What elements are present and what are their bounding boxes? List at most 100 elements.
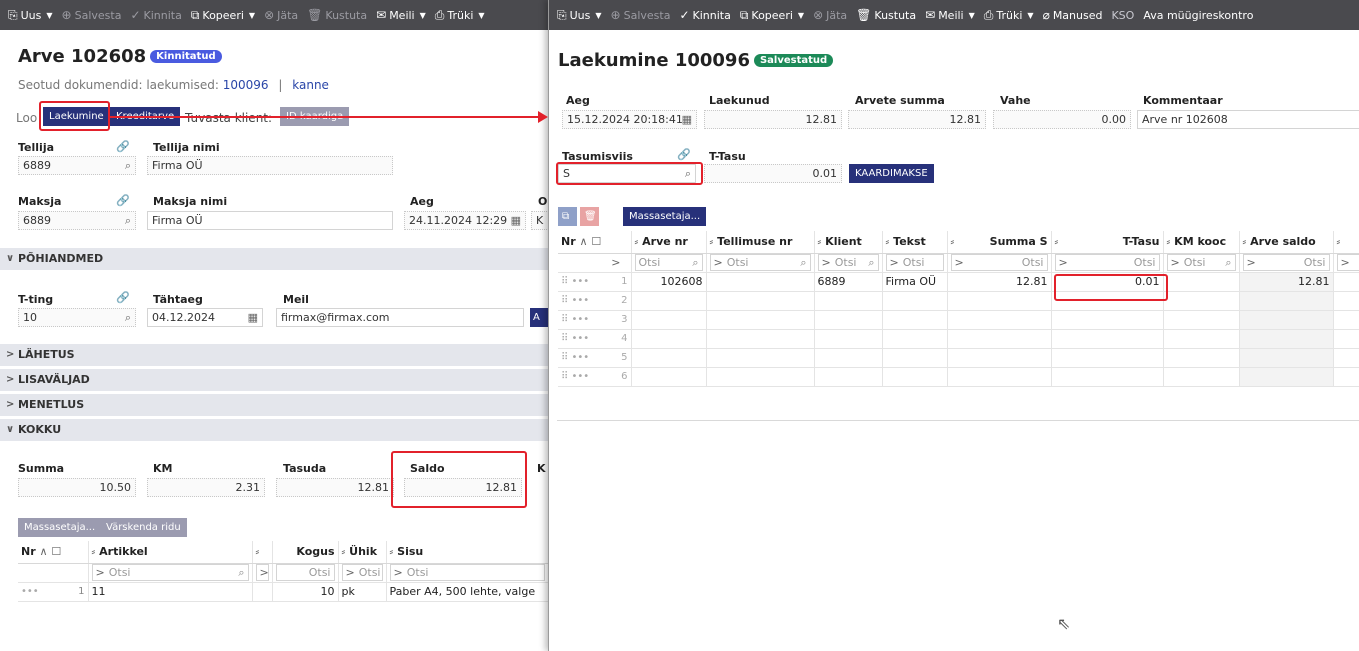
calendar-icon[interactable]: ▦ (248, 309, 258, 326)
col-content[interactable]: ⸗ Sisu (386, 541, 548, 564)
filter-fee[interactable]: > Otsi (1054, 254, 1160, 271)
filter-quantity[interactable]: Otsi (275, 564, 335, 581)
copy-button[interactable]: ⧉ Kopeeri ▼ (740, 8, 804, 23)
col-sum[interactable]: ⸗ Summa S (947, 231, 1052, 254)
col-wrench[interactable]: ⸗ (252, 541, 273, 564)
filter-text[interactable]: > Otsi (885, 254, 944, 271)
new-button[interactable]: ⎘ Uus ▼ (8, 8, 53, 23)
calendar-icon[interactable]: ▦ (511, 212, 521, 229)
cancel-button[interactable]: ⊗ Jäta (813, 8, 847, 22)
date-field[interactable]: 24.11.2024 12:29 ▦ (404, 211, 526, 230)
mass-entry-button[interactable]: Massasetaja... (623, 207, 707, 226)
time-field[interactable]: 15.12.2024 20:18:41 ▦ (562, 110, 697, 129)
refresh-rows-button[interactable]: Värskenda ridu (100, 518, 187, 537)
link-icon[interactable]: 🔗 (677, 148, 691, 161)
col-nr[interactable]: Nr ∧ ☐ (558, 231, 632, 254)
table-row[interactable]: ••• 1 11 10 pk Paber A4, 500 lehte, valg… (18, 582, 548, 602)
print-button[interactable]: ⎙ Trüki ▼ (435, 8, 485, 23)
attachments-button[interactable]: ⌀ Manused (1043, 8, 1103, 22)
customer-field[interactable]: 6889 ⌕ (18, 156, 136, 175)
search-icon[interactable]: ⌕ (125, 309, 131, 326)
table-row[interactable]: ⠿ ••• 1 102608 6889 Firma OÜ 12.81 0.01 1… (558, 272, 1359, 292)
row-handle-icon[interactable]: ⠿ ••• (561, 371, 589, 382)
payer-field[interactable]: 6889 ⌕ (18, 211, 136, 230)
section-extra-fields[interactable]: > LISAVÄLJAD (0, 369, 548, 391)
col-nr[interactable]: Nr ∧ ☐ (18, 541, 89, 564)
kso-button[interactable]: KSO (1111, 9, 1134, 22)
mail-button[interactable]: ✉ Meili ▼ (376, 8, 426, 22)
terms-field[interactable]: 10 ⌕ (18, 308, 136, 327)
comment-field[interactable]: Arve nr 102608 (1137, 110, 1359, 129)
select-all-checkbox[interactable]: ☐ (591, 235, 601, 248)
filter-order-nr[interactable]: > Otsi ⌕ (709, 254, 811, 271)
col-unit[interactable]: ⸗ Ühik (338, 541, 387, 564)
search-icon[interactable]: ⌕ (125, 157, 131, 174)
col-vat-code[interactable]: ⸗ KM kooc (1163, 231, 1240, 254)
filter-content[interactable]: > Otsi (389, 564, 545, 581)
col-article[interactable]: ⸗ Artikkel (88, 541, 253, 564)
sort-up-icon[interactable]: ∧ (579, 235, 587, 248)
filter-vat-code[interactable]: > Otsi ⌕ (1166, 254, 1236, 271)
filter-client[interactable]: > Otsi ⌕ (817, 254, 879, 271)
row-handle-icon[interactable]: ⠿ ••• (561, 314, 589, 325)
col-invoice-nr[interactable]: ⸗ Arve nr (631, 231, 707, 254)
other-field[interactable]: K (531, 211, 548, 230)
col-fee[interactable]: ⸗ T-Tasu (1051, 231, 1164, 254)
linked-payment-link[interactable]: 100096 (223, 78, 269, 92)
card-payment-button[interactable]: KAARDIMAKSE (849, 164, 934, 183)
mass-entry-button[interactable]: Massasetaja... (18, 518, 102, 537)
due-date-field[interactable]: 04.12.2024 ▦ (147, 308, 263, 327)
linked-entry-link[interactable]: kanne (292, 78, 329, 92)
payer-name-field[interactable]: Firma OÜ (147, 211, 393, 230)
col-extra[interactable]: ⸗ (1333, 231, 1359, 254)
col-invoice-balance[interactable]: ⸗ Arve saldo (1239, 231, 1334, 254)
copy-rows-button[interactable]: ⧉ (558, 207, 577, 226)
copy-button[interactable]: ⧉ Kopeeri ▼ (191, 8, 255, 23)
col-text[interactable]: ⸗ Tekst (882, 231, 948, 254)
filter-invoice-balance[interactable]: > Otsi (1242, 254, 1330, 271)
email-field[interactable]: firmax@firmax.com (276, 308, 524, 327)
table-row[interactable]: ⠿ ••• 4 (558, 329, 1359, 349)
section-totals[interactable]: ∨ KOKKU (0, 419, 548, 441)
confirm-button[interactable]: ✓ Kinnita (130, 8, 181, 22)
mail-button[interactable]: ✉ Meili ▼ (925, 8, 975, 22)
row-menu-icon[interactable]: ••• (21, 586, 39, 597)
cancel-button[interactable]: ⊗ Jäta (264, 8, 298, 22)
col-order-nr[interactable]: ⸗ Tellimuse nr (706, 231, 815, 254)
row-handle-icon[interactable]: ⠿ ••• (561, 333, 589, 344)
open-ledger-button[interactable]: Ava müügireskontro (1143, 9, 1253, 22)
row-handle-icon[interactable]: ⠿ ••• (561, 295, 589, 306)
section-main-data[interactable]: ∨ PÕHIANDMED (0, 248, 548, 270)
filter-invoice-nr[interactable]: Otsi ⌕ (634, 254, 703, 271)
link-icon[interactable]: 🔗 (116, 194, 130, 207)
confirm-button[interactable]: ✓ Kinnita (679, 8, 730, 22)
delete-rows-button[interactable]: 🗑 (580, 207, 599, 226)
filter-unit[interactable]: > Otsi (341, 564, 383, 581)
email-action-button[interactable]: A (530, 308, 548, 327)
save-button[interactable]: ⊕ Salvesta (611, 8, 671, 22)
new-button[interactable]: ⎘ Uus ▼ (557, 8, 602, 23)
row-handle-icon[interactable]: ⠿ ••• (561, 276, 589, 287)
table-row[interactable]: ⠿ ••• 3 (558, 310, 1359, 330)
col-quantity[interactable]: Kogus (272, 541, 339, 564)
select-all-checkbox[interactable]: ☐ (51, 545, 61, 558)
customer-name-field[interactable]: Firma OÜ (147, 156, 393, 175)
calendar-icon[interactable]: ▦ (682, 111, 692, 128)
table-row[interactable]: ⠿ ••• 5 (558, 348, 1359, 368)
delete-button[interactable]: 🗑 Kustuta (856, 8, 916, 22)
save-button[interactable]: ⊕ Salvesta (62, 8, 122, 22)
filter-sum[interactable]: > Otsi (950, 254, 1048, 271)
print-button[interactable]: ⎙ Trüki ▼ (984, 8, 1034, 23)
row-handle-icon[interactable]: ⠿ ••• (561, 352, 589, 363)
search-icon[interactable]: ⌕ (125, 212, 131, 229)
filter-article[interactable]: > Otsi ⌕ (91, 564, 249, 581)
link-icon[interactable]: 🔗 (116, 140, 130, 153)
link-icon[interactable]: 🔗 (116, 291, 130, 304)
table-row[interactable]: ⠿ ••• 2 (558, 291, 1359, 311)
sort-up-icon[interactable]: ∧ (39, 545, 47, 558)
delete-button[interactable]: 🗑 Kustuta (307, 8, 367, 22)
col-client[interactable]: ⸗ Klient (814, 231, 883, 254)
table-row[interactable]: ⠿ ••• 6 (558, 367, 1359, 387)
section-shipping[interactable]: > LÄHETUS (0, 344, 548, 366)
section-procedure[interactable]: > MENETLUS (0, 394, 548, 416)
